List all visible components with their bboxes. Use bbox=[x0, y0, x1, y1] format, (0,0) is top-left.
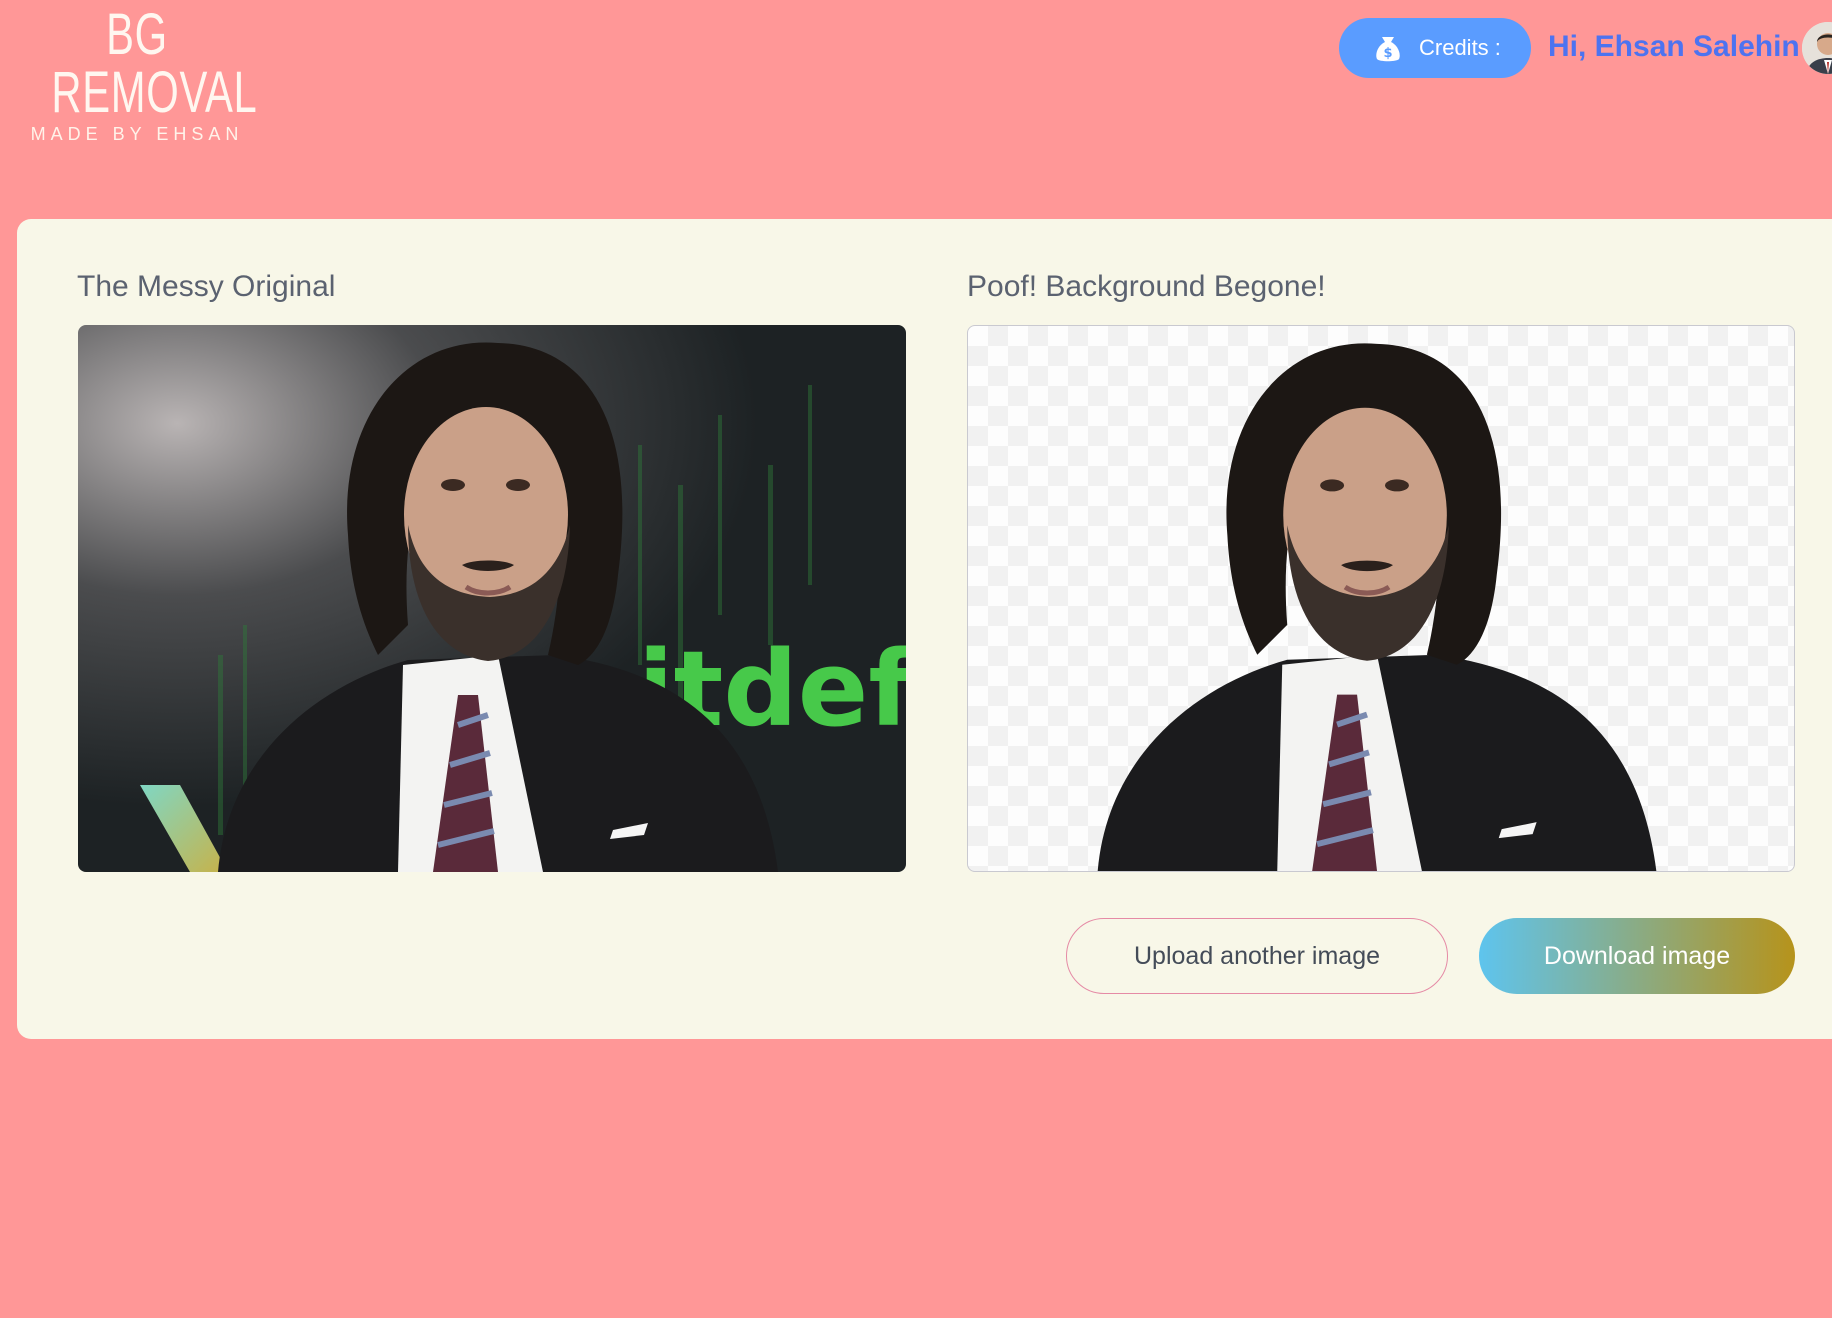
user-greeting: Hi, Ehsan Salehin bbox=[1548, 30, 1800, 63]
upload-another-image-button[interactable]: Upload another image bbox=[1066, 918, 1448, 994]
result-image bbox=[967, 325, 1795, 872]
app-logo[interactable]: BG REMOVAL MADE BY EHSAN bbox=[18, 0, 257, 144]
page: BG REMOVAL MADE BY EHSAN $ Credits : Hi,… bbox=[0, 0, 1832, 1318]
person-cutout bbox=[1097, 343, 1657, 871]
result-title: Poof! Background Begone! bbox=[967, 270, 1326, 303]
credits-button[interactable]: $ Credits : bbox=[1339, 18, 1531, 78]
avatar[interactable] bbox=[1802, 22, 1832, 74]
download-image-button[interactable]: Download image bbox=[1479, 918, 1795, 994]
logo-subtitle: MADE BY EHSAN bbox=[30, 124, 244, 144]
original-photo: itdefe bbox=[78, 325, 906, 872]
avatar-image bbox=[1802, 22, 1832, 74]
result-card: The Messy Original Poof! Background Bego… bbox=[17, 219, 1832, 1039]
money-bag-icon: $ bbox=[1376, 37, 1400, 62]
result-photo bbox=[1097, 343, 1657, 871]
original-title: The Messy Original bbox=[77, 270, 336, 303]
original-image: itdefe bbox=[78, 325, 906, 872]
credits-label: Credits : bbox=[1419, 35, 1501, 60]
logo-title: BG REMOVAL bbox=[51, 2, 258, 125]
svg-text:$: $ bbox=[1383, 46, 1392, 61]
